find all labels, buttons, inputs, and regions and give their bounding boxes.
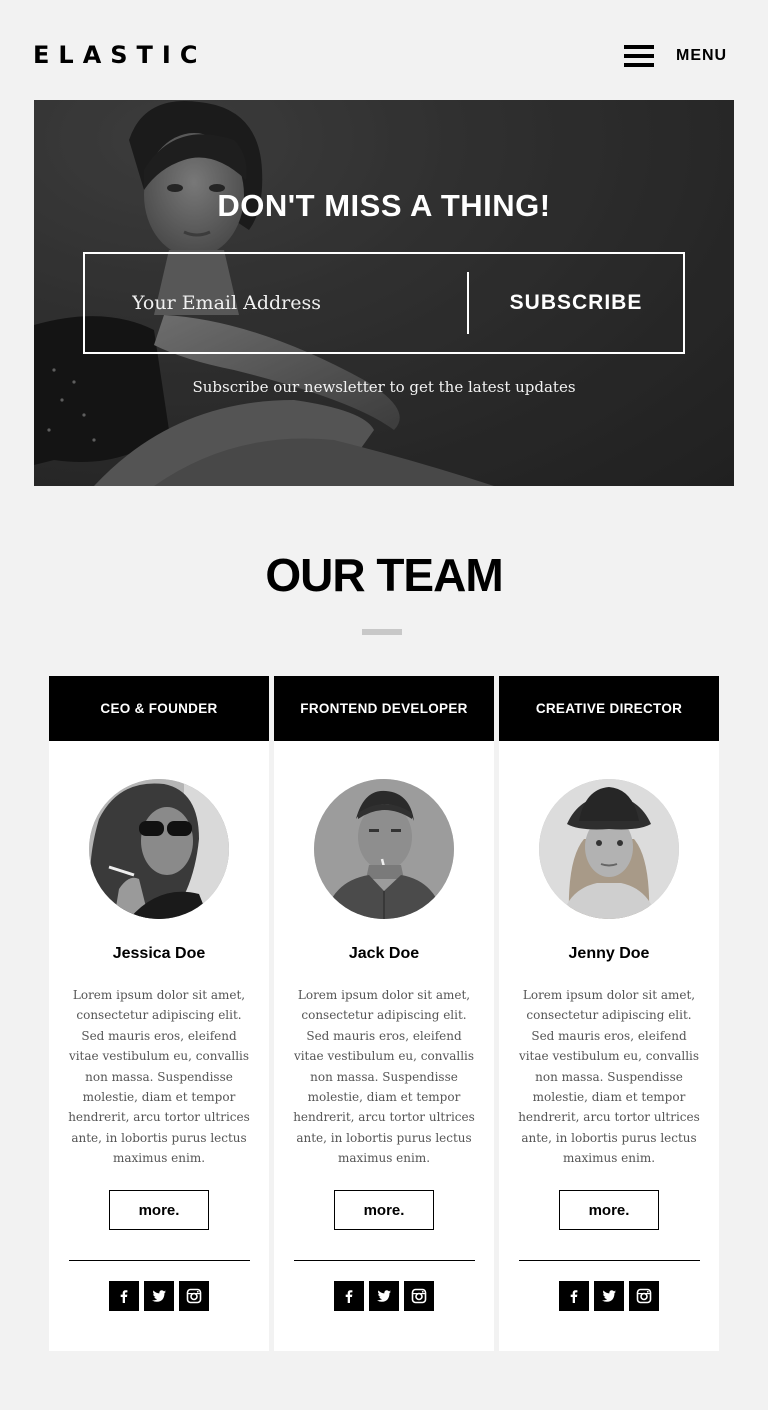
site-header: ELASTIC MENU [0,0,768,100]
instagram-icon[interactable] [179,1281,209,1311]
logo[interactable]: ELASTIC [33,40,206,70]
team-card: CREATIVE DIRECTOR Jenny Doe Lorem ipsum … [499,676,719,1351]
team-card: FRONTEND DEVELOPER Jack Doe Lorem ipsum … [274,676,494,1351]
member-bio: Lorem ipsum dolor sit amet, consectetur … [68,988,250,1166]
member-bio: Lorem ipsum dolor sit amet, consectetur … [518,988,700,1166]
avatar [539,779,679,919]
hamburger-icon [624,45,654,67]
card-divider [69,1260,250,1261]
card-role: CEO & FOUNDER [49,676,269,741]
member-bio: Lorem ipsum dolor sit amet, consectetur … [293,988,475,1166]
social-links [334,1281,434,1311]
avatar [314,779,454,919]
menu-label: MENU [676,47,728,64]
member-name: Jenny Doe [568,945,650,962]
facebook-icon[interactable] [334,1281,364,1311]
hero-title: DON'T MISS A THING! [217,188,551,223]
more-button[interactable]: more. [334,1190,434,1230]
avatar [89,779,229,919]
title-divider [362,629,402,635]
email-input[interactable] [85,273,467,333]
team-card: CEO & FOUNDER Jessica Doe Lorem ipsum do… [49,676,269,1351]
member-name: Jack Doe [348,945,420,962]
twitter-icon[interactable] [594,1281,624,1311]
menu-button[interactable]: MENU [624,40,734,72]
facebook-icon[interactable] [559,1281,589,1311]
newsletter-note: Subscribe our newsletter to get the late… [192,378,576,396]
twitter-icon[interactable] [144,1281,174,1311]
more-button[interactable]: more. [559,1190,659,1230]
card-divider [519,1260,700,1261]
subscribe-button[interactable]: SUBSCRIBE [469,254,683,352]
twitter-icon[interactable] [369,1281,399,1311]
card-role: FRONTEND DEVELOPER [274,676,494,741]
social-links [109,1281,209,1311]
subscribe-form: SUBSCRIBE [83,252,685,354]
card-divider [294,1260,475,1261]
instagram-icon[interactable] [629,1281,659,1311]
more-button[interactable]: more. [109,1190,209,1230]
member-name: Jessica Doe [112,945,206,962]
social-links [559,1281,659,1311]
team-section-title: OUR TEAM [265,549,503,601]
instagram-icon[interactable] [404,1281,434,1311]
card-role: CREATIVE DIRECTOR [499,676,719,741]
newsletter-hero: DON'T MISS A THING! SUBSCRIBE Subscribe … [34,100,734,486]
facebook-icon[interactable] [109,1281,139,1311]
